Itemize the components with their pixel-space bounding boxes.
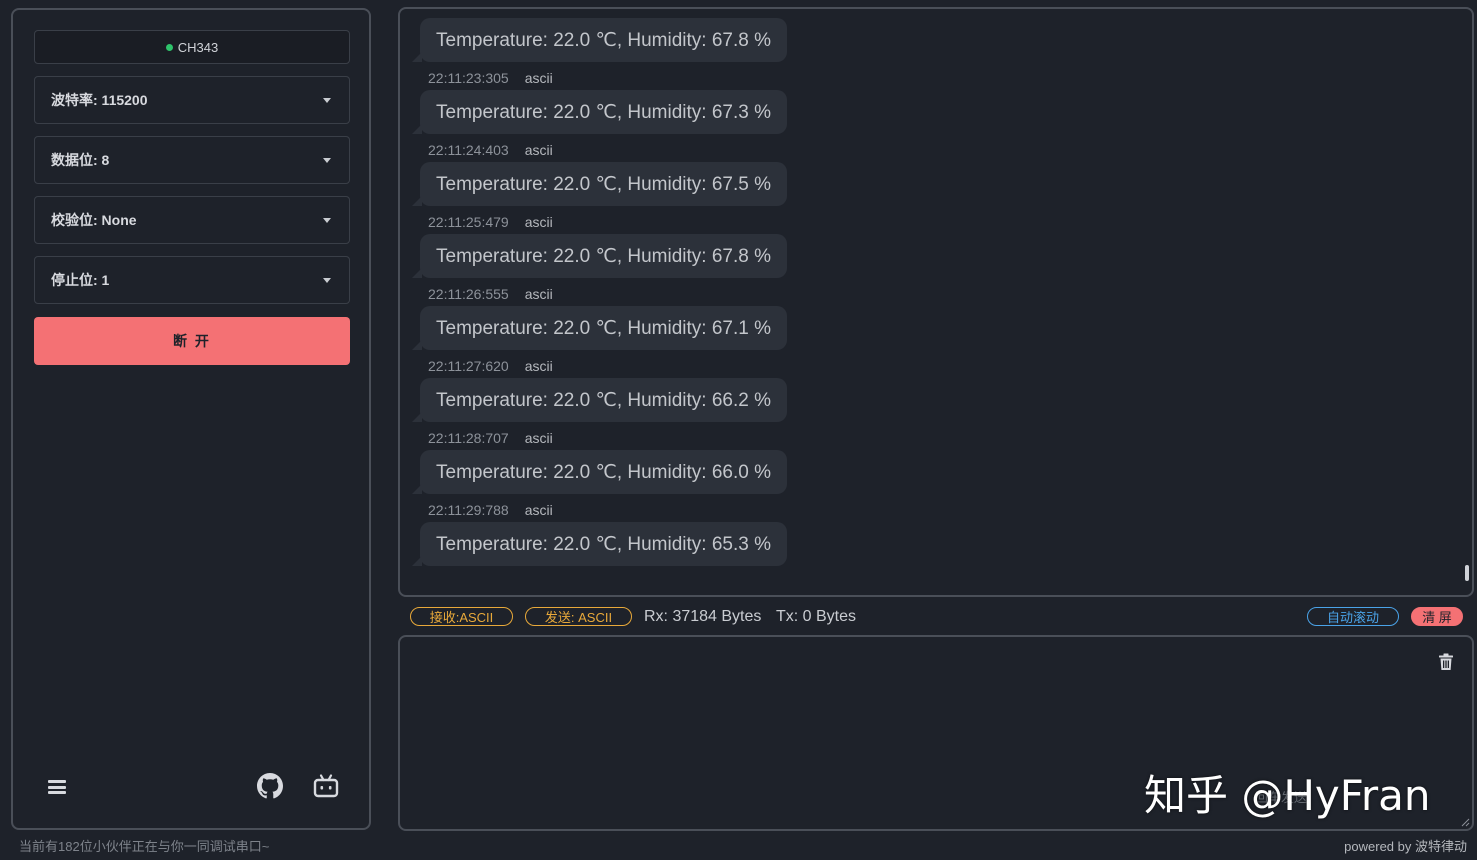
message-meta: 22:11:27:620 ascii [428, 357, 553, 375]
message-list: Temperature: 22.0 ℃, Humidity: 67.8 % 22:… [410, 9, 1460, 573]
receive-mode-toggle[interactable]: 接收:ASCII [410, 607, 513, 626]
data-bits-label: 数据位: 8 [51, 152, 110, 168]
connected-status-dot [165, 43, 173, 51]
receive-panel[interactable]: Temperature: 22.0 ℃, Humidity: 67.8 % 22:… [398, 7, 1474, 597]
trash-icon[interactable] [1438, 653, 1454, 671]
message-meta: 22:11:25:479 ascii [428, 213, 553, 231]
powered-by-text: powered by 波特律动 [1344, 839, 1467, 854]
send-mode-toggle[interactable]: 发送: ASCII [525, 607, 632, 626]
data-bits-select[interactable]: 数据位: 8 [34, 136, 350, 184]
settings-panel: CH343 波特率: 115200 数据位: 8 校验位: None 停止位: … [11, 8, 371, 830]
menu-icon[interactable] [48, 780, 66, 794]
message-item: 22:11:23:305 ascii Temperature: 22.0 ℃, Hu… [410, 69, 1460, 141]
github-icon[interactable] [257, 773, 283, 799]
message-timestamp: 22:11:29:788 [428, 502, 509, 518]
resize-grip-icon[interactable] [1460, 817, 1470, 827]
online-users-text: 当前有182位小伙伴正在与你一同调试串口~ [19, 839, 270, 854]
status-bar: 接收:ASCII 发送: ASCII Rx: 37184 Bytes Tx: 0… [398, 604, 1474, 630]
auto-scroll-toggle[interactable]: 自动滚动 [1307, 607, 1399, 626]
message-timestamp: 22:11:27:620 [428, 358, 509, 374]
sidebar-footer [13, 772, 369, 802]
message-format: ascii [524, 142, 553, 158]
tx-counter: Tx: 0 Bytes [776, 608, 857, 625]
parity-label: 校验位: None [51, 212, 137, 228]
message-timestamp: 22:11:24:403 [428, 142, 509, 158]
message-bubble: Temperature: 22.0 ℃, Humidity: 65.3 % [412, 522, 787, 566]
message-timestamp: 22:11:25:479 [428, 214, 509, 230]
message-timestamp: 22:11:28:707 [428, 430, 509, 446]
message-bubble: Temperature: 22.0 ℃, Humidity: 67.1 % [412, 306, 787, 350]
message-timestamp: 22:11:26:555 [428, 286, 509, 302]
message-item: 22:11:28:707 ascii Temperature: 22.0 ℃, Hu… [410, 429, 1460, 501]
message-format: ascii [524, 502, 553, 518]
message-item: 22:11:25:479 ascii Temperature: 22.0 ℃, Hu… [410, 213, 1460, 285]
serial-debug-app: CH343 波特率: 115200 数据位: 8 校验位: None 停止位: … [0, 0, 1477, 860]
bilibili-icon[interactable] [313, 774, 339, 798]
message-timestamp: 22:11:23:305 [428, 70, 509, 86]
port-name: CH343 [177, 39, 219, 55]
parity-select[interactable]: 校验位: None [34, 196, 350, 244]
message-meta: 22:11:24:403 ascii [428, 141, 553, 159]
caret-down-icon [323, 218, 331, 223]
clear-screen-button[interactable]: 清 屏 [1411, 607, 1463, 626]
rx-counter: Rx: 37184 Bytes [644, 608, 762, 625]
message-format: ascii [524, 358, 553, 374]
caret-down-icon [323, 98, 331, 103]
watermark: 知乎 @HyFran [1144, 771, 1431, 820]
message-bubble: Temperature: 22.0 ℃, Humidity: 67.8 % [412, 234, 787, 278]
caret-down-icon [323, 278, 331, 283]
message-item: 22:11:27:620 ascii Temperature: 22.0 ℃, Hu… [410, 357, 1460, 429]
message-meta: 22:11:23:305 ascii [428, 69, 553, 87]
stop-bits-select[interactable]: 停止位: 1 [34, 256, 350, 304]
baud-rate-label: 波特率: 115200 [51, 92, 148, 108]
message-bubble: Temperature: 22.0 ℃, Humidity: 66.2 % [412, 378, 787, 422]
stop-bits-label: 停止位: 1 [51, 272, 110, 288]
message-meta: 22:11:28:707 ascii [428, 429, 553, 447]
port-selector[interactable]: CH343 [34, 30, 350, 64]
message-format: ascii [524, 70, 553, 86]
message-item: 22:11:26:555 ascii Temperature: 22.0 ℃, Hu… [410, 285, 1460, 357]
message-format: ascii [524, 286, 553, 302]
message-bubble: Temperature: 22.0 ℃, Humidity: 67.8 % [412, 18, 787, 62]
message-meta: 22:11:26:555 ascii [428, 285, 553, 303]
message-bubble: Temperature: 22.0 ℃, Humidity: 67.3 % [412, 90, 787, 134]
message-item: 22:11:24:403 ascii Temperature: 22.0 ℃, Hu… [410, 141, 1460, 213]
message-item: Temperature: 22.0 ℃, Humidity: 67.8 % [410, 9, 1460, 69]
message-item: 22:11:29:788 ascii Temperature: 22.0 ℃, Hu… [410, 501, 1460, 573]
caret-down-icon [323, 158, 331, 163]
disconnect-button[interactable]: 断 开 [34, 317, 350, 365]
message-format: ascii [524, 430, 553, 446]
message-bubble: Temperature: 22.0 ℃, Humidity: 66.0 % [412, 450, 787, 494]
message-format: ascii [524, 214, 553, 230]
scrollbar-thumb[interactable] [1465, 565, 1469, 581]
message-bubble: Temperature: 22.0 ℃, Humidity: 67.5 % [412, 162, 787, 206]
baud-rate-select[interactable]: 波特率: 115200 [34, 76, 350, 124]
message-meta: 22:11:29:788 ascii [428, 501, 553, 519]
